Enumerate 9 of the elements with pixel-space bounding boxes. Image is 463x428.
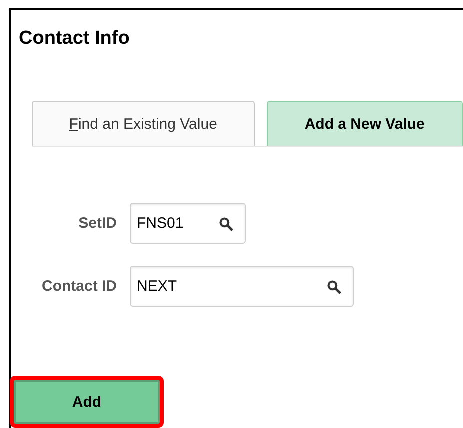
field-label: SetID: [78, 215, 117, 232]
input-field[interactable]: FNS01: [130, 203, 246, 244]
tab[interactable]: Find an Existing Value: [32, 101, 255, 146]
tab[interactable]: Add a New Value: [266, 101, 463, 146]
page-title: Contact Info: [19, 28, 130, 50]
input-field[interactable]: NEXT: [130, 266, 354, 307]
search-icon[interactable]: [327, 280, 341, 294]
field-label: Contact ID: [42, 278, 117, 295]
search-icon[interactable]: [219, 216, 233, 230]
